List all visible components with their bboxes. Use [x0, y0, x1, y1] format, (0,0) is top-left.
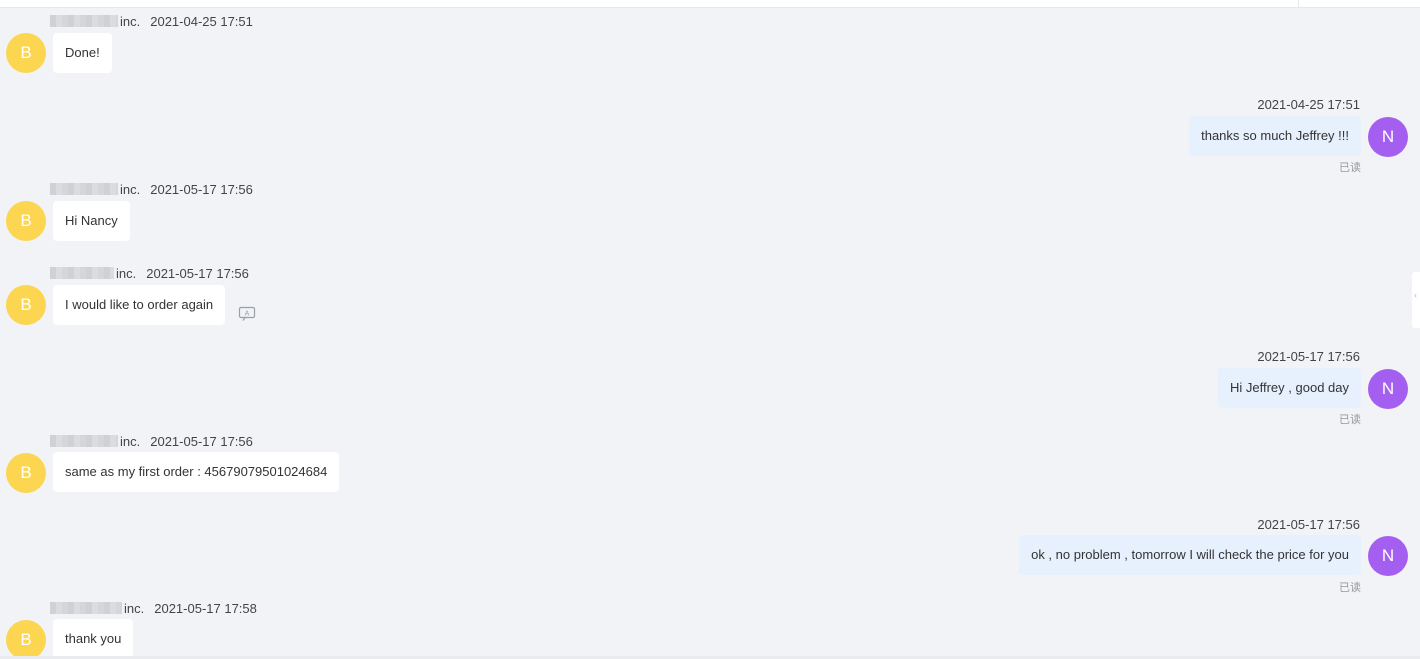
message-time: 2021-04-25 17:51	[150, 13, 253, 29]
read-status: 已读	[1339, 162, 1361, 174]
message-time: 2021-05-17 17:56	[146, 265, 249, 281]
redacted-company-name	[50, 602, 122, 614]
read-status: 已读	[1339, 582, 1361, 594]
incoming-message-bubble[interactable]: Hi Nancy	[53, 201, 130, 241]
redacted-company-name	[50, 267, 114, 279]
read-status: 已读	[1339, 414, 1361, 426]
message-time: 2021-05-17 17:58	[154, 600, 257, 616]
svg-text:A: A	[245, 311, 250, 318]
my-avatar[interactable]: N	[1368, 369, 1408, 409]
contact-avatar[interactable]: B	[6, 33, 46, 73]
message-meta: inc. 2021-05-17 17:56	[50, 265, 249, 281]
company-suffix: inc.	[120, 181, 141, 197]
message-time: 2021-04-25 17:51	[1257, 97, 1360, 112]
redacted-company-name	[50, 15, 118, 27]
company-suffix: inc.	[116, 265, 137, 281]
top-bar-divider	[1298, 0, 1299, 8]
incoming-message-bubble[interactable]: same as my first order : 456790795010246…	[53, 452, 340, 492]
translate-icon[interactable]: A	[238, 306, 256, 322]
my-avatar[interactable]: N	[1368, 117, 1408, 157]
company-suffix: inc.	[120, 13, 141, 29]
incoming-message-bubble[interactable]: thank you	[53, 619, 134, 659]
message-meta: inc. 2021-05-17 17:56	[50, 181, 253, 197]
chevron-left-icon: ‹	[1414, 290, 1417, 300]
message-time: 2021-05-17 17:56	[1257, 517, 1360, 532]
message-time: 2021-05-17 17:56	[150, 433, 253, 449]
redacted-company-name	[50, 183, 118, 195]
message-time: 2021-05-17 17:56	[1257, 349, 1360, 364]
contact-avatar[interactable]: B	[6, 201, 46, 241]
contact-avatar[interactable]: B	[6, 620, 46, 659]
my-avatar[interactable]: N	[1368, 536, 1408, 576]
company-suffix: inc.	[120, 433, 141, 449]
incoming-message-bubble[interactable]: I would like to order again	[53, 285, 226, 325]
top-bar	[0, 0, 1420, 8]
outgoing-message-bubble[interactable]: ok , no problem , tomorrow I will check …	[1019, 535, 1361, 575]
incoming-message-bubble[interactable]: Done!	[53, 33, 112, 73]
contact-avatar[interactable]: B	[6, 285, 46, 325]
outgoing-message-bubble[interactable]: thanks so much Jeffrey !!!	[1189, 116, 1361, 156]
message-meta: inc. 2021-04-25 17:51	[50, 13, 253, 29]
outgoing-message-bubble[interactable]: Hi Jeffrey , good day	[1218, 368, 1361, 408]
message-meta: inc. 2021-05-17 17:56	[50, 433, 253, 449]
contact-avatar[interactable]: B	[6, 453, 46, 493]
side-panel-toggle[interactable]: ‹	[1412, 272, 1420, 328]
message-meta: inc. 2021-05-17 17:58	[50, 600, 257, 616]
redacted-company-name	[50, 435, 118, 447]
company-suffix: inc.	[124, 600, 145, 616]
message-time: 2021-05-17 17:56	[150, 181, 253, 197]
